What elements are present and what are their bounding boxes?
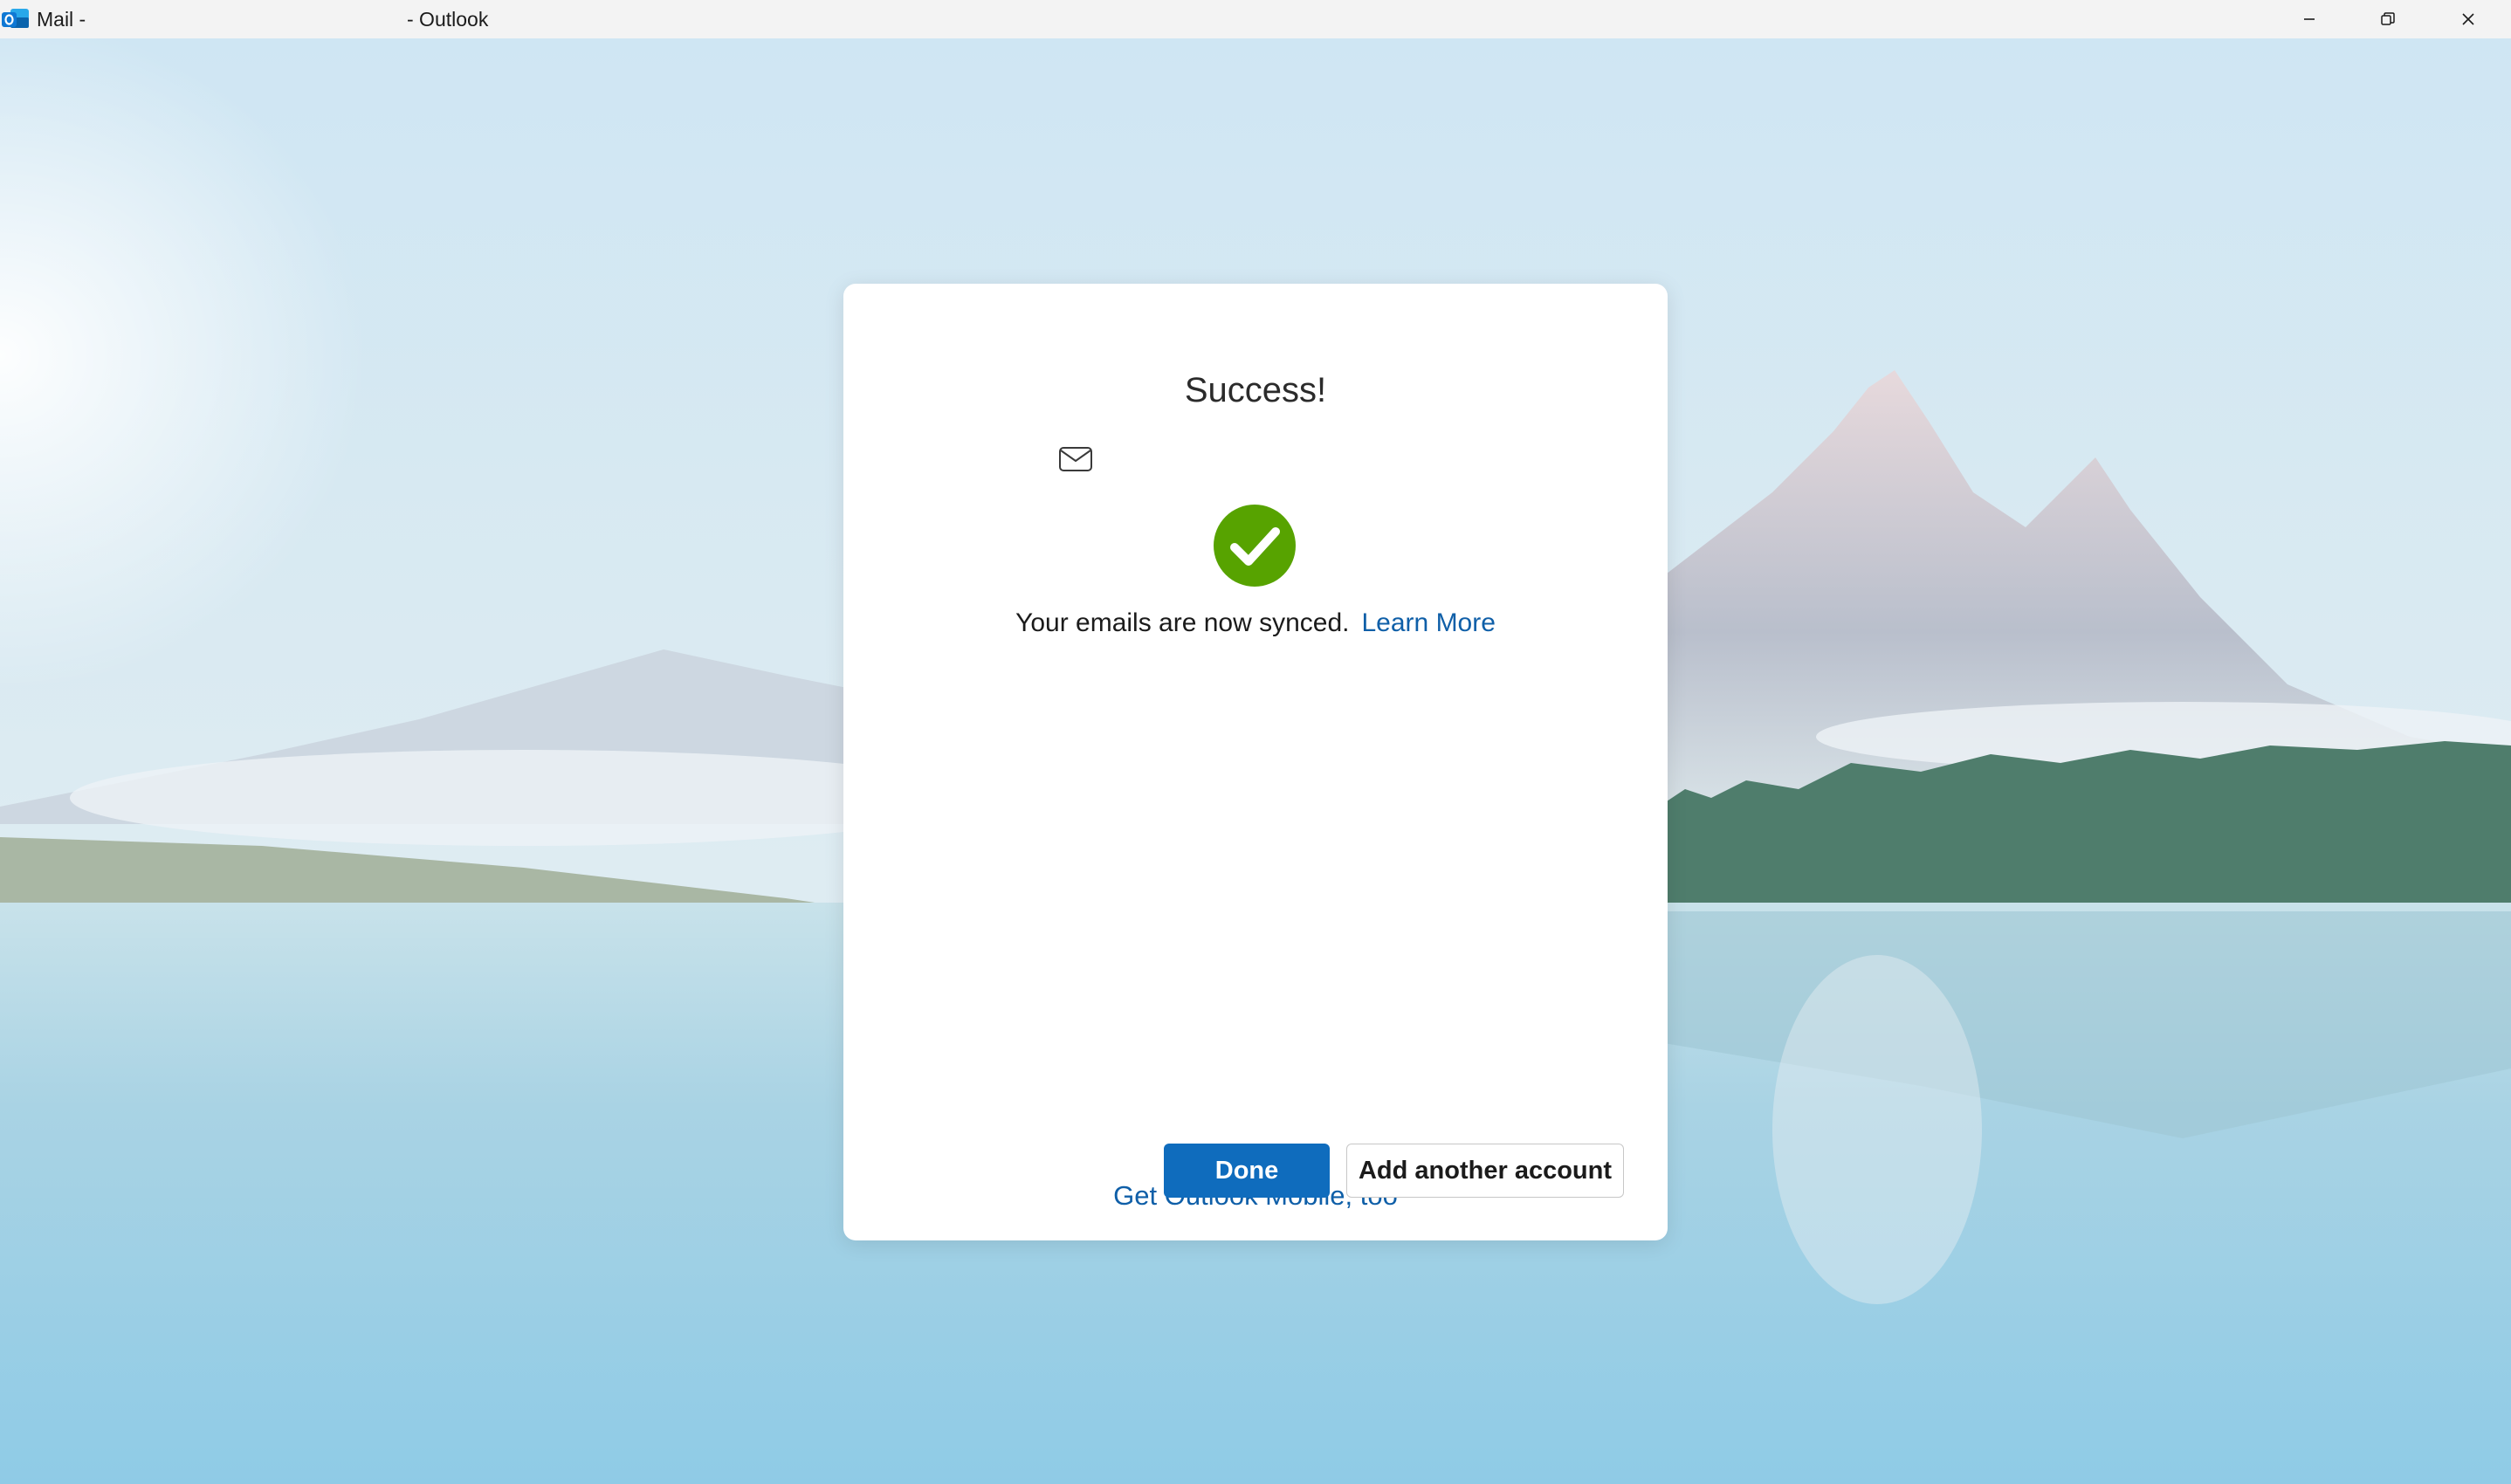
- minimize-button[interactable]: [2270, 0, 2349, 38]
- sync-message: Your emails are now synced.: [1015, 608, 1350, 637]
- close-button[interactable]: [2429, 0, 2508, 38]
- success-check-icon: [1213, 504, 1297, 587]
- close-icon: [2462, 13, 2474, 25]
- add-another-account-button[interactable]: Add another account: [1346, 1144, 1624, 1198]
- title-bar: Mail - - Outlook: [0, 0, 2511, 38]
- account-setup-dialog: Success! Your emails are now synced. Lear…: [843, 284, 1668, 1240]
- outlook-icon: [2, 7, 30, 31]
- dialog-heading: Success!: [1184, 371, 1327, 409]
- window-title-product: - Outlook: [407, 8, 489, 31]
- restore-button[interactable]: [2349, 0, 2427, 38]
- done-button[interactable]: Done: [1164, 1144, 1330, 1198]
- restore-icon: [2381, 12, 2395, 25]
- minimize-icon: [2304, 18, 2315, 20]
- mail-envelope-icon: [1058, 445, 1093, 473]
- learn-more-link[interactable]: Learn More: [1362, 608, 1496, 637]
- window-title-app: Mail -: [37, 8, 86, 31]
- sync-status: Your emails are now synced. Learn More: [843, 608, 1668, 638]
